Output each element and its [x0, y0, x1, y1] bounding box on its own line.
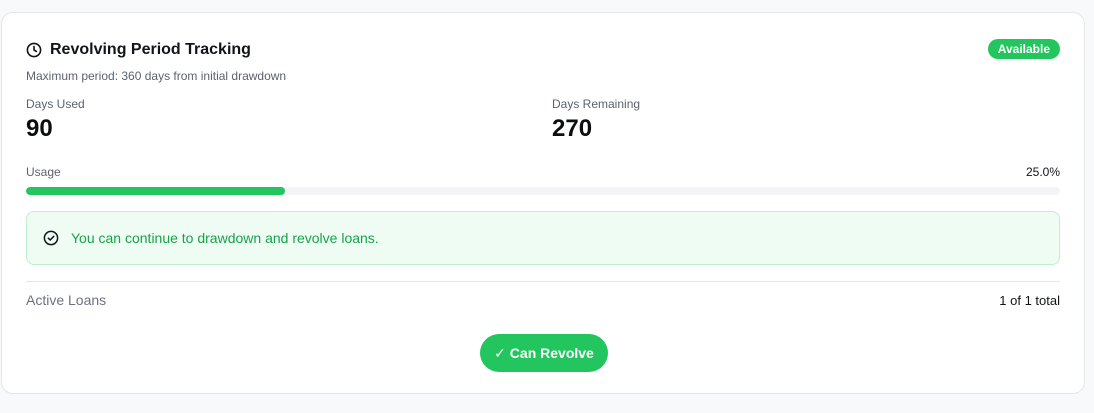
active-loans-value: 1 of 1 total — [999, 292, 1060, 308]
check-circle-icon — [43, 230, 59, 246]
card-header: Revolving Period Tracking — [26, 41, 251, 59]
days-remaining-stat: Days Remaining 270 — [552, 97, 640, 143]
days-used-value: 90 — [26, 115, 53, 142]
usage-percent: 25.0% — [1025, 165, 1060, 179]
alert-message: You can continue to drawdown and revolve… — [71, 230, 379, 246]
usage-label: Usage — [26, 165, 61, 179]
status-alert: You can continue to drawdown and revolve… — [26, 211, 1060, 265]
days-remaining-value: 270 — [552, 115, 593, 142]
revolving-period-card: Revolving Period Tracking Maximum period… — [1, 12, 1085, 394]
usage-progress-bar — [26, 187, 1060, 195]
days-used-label: Days Used — [26, 97, 85, 111]
days-used-stat: Days Used 90 — [26, 97, 85, 143]
can-revolve-button[interactable]: ✓ Can Revolve — [480, 334, 608, 372]
active-loans-row: Active Loans 1 of 1 total — [26, 292, 1060, 308]
clock-icon — [26, 42, 42, 58]
status-badge: Available — [987, 39, 1060, 59]
active-loans-label: Active Loans — [26, 292, 107, 308]
days-remaining-label: Days Remaining — [552, 97, 641, 111]
card-title: Revolving Period Tracking — [50, 41, 251, 58]
divider — [26, 281, 1060, 282]
usage-progress-fill — [26, 187, 285, 195]
usage-row: Usage 25.0% — [26, 165, 1060, 179]
card-subtitle: Maximum period: 360 days from initial dr… — [26, 69, 287, 83]
